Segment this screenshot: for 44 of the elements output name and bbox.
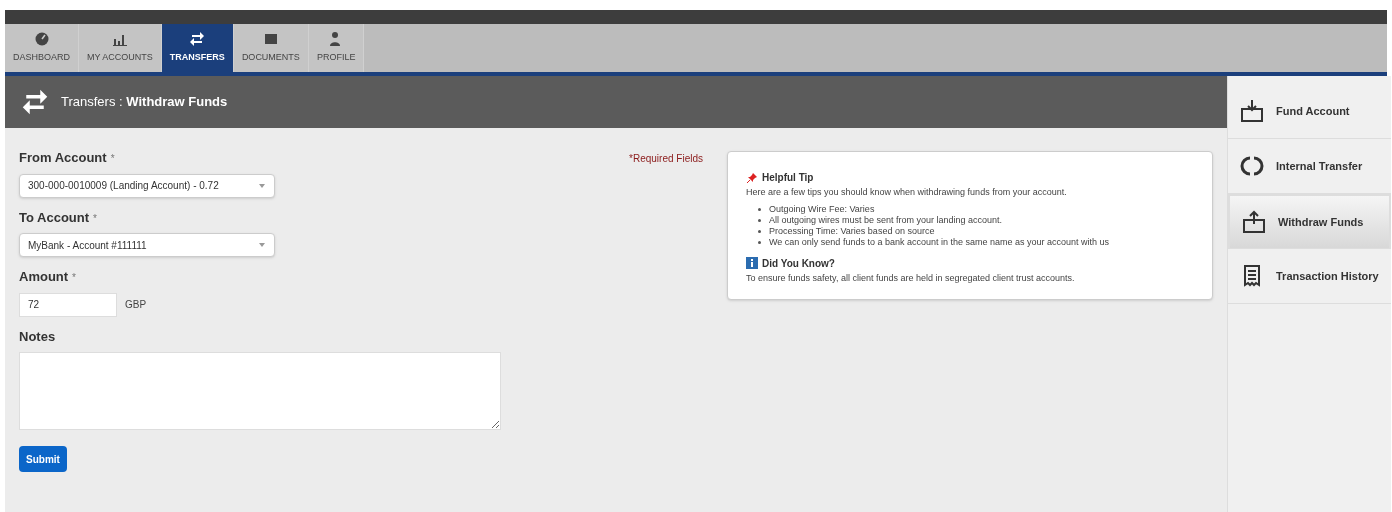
account-select[interactable]: 300-000-0010009 (Landing Account) - 0.72 [19,173,275,198]
withdraw-box-icon [1242,210,1266,234]
sidebar-item[interactable]: Fund Account [1228,84,1391,139]
required-mark: * [110,152,115,166]
did-you-know-title: Did You Know? [762,256,835,271]
transfer-icon [189,31,206,48]
nav-tab[interactable]: DASHBOARD [5,24,79,72]
tip-item: Outgoing Wire Fee: Varies [769,203,875,215]
tip-item: Processing Time: Varies based on source [769,225,935,237]
nav-tab[interactable]: DOCUMENTS [233,24,309,72]
nav-tab[interactable]: MY ACCOUNTS [79,24,162,72]
pushpin-icon [746,171,758,184]
nav-tab[interactable]: PROFILE [308,24,365,72]
transfer-icon [21,88,49,116]
currency-label: GBP [125,298,147,312]
field-label: To Account [19,208,90,227]
amount-field[interactable]: 72 [19,292,117,317]
tip-item: All outgoing wires must be sent from your landing account. [769,214,1003,226]
info-icon [746,257,758,269]
required-mark: * [72,271,76,285]
dashboard-icon [33,31,50,48]
sidebar-item[interactable]: Transaction History [1228,249,1391,304]
notes-field[interactable] [19,352,501,430]
nav-tab[interactable]: TRANSFERS [161,24,234,72]
required-note: *Required Fields [628,152,703,166]
bullet-icon [758,229,761,233]
did-you-know-text: To ensure funds safety, all client funds are held in segregated client trust accounts. [746,271,1076,285]
field-label: Amount [19,268,69,286]
required-mark: * [93,211,97,226]
bullet-icon [758,240,761,244]
tip-item: We can only send funds to a bank account in the same name as your account with us [769,236,1110,248]
tip-title: Helpful Tip [762,171,814,185]
dropdown-caret-icon [258,181,266,190]
deposit-box-icon [1240,99,1264,123]
bullet-icon [758,207,761,211]
field-label: Notes [19,327,56,346]
dropdown-caret-icon [258,241,266,249]
bullet-icon [758,218,761,222]
field-label: From Account [19,149,107,167]
account-select[interactable]: MyBank - Account #111111 [19,233,275,257]
sidebar-item[interactable]: Withdraw Funds [1228,194,1391,249]
tip-intro: Here are a few tips you should know when withdrawing funds from your account. [746,186,1068,199]
submit-button[interactable]: Submit [19,446,67,472]
page-title: Transfers : Withdraw Funds [61,93,228,112]
